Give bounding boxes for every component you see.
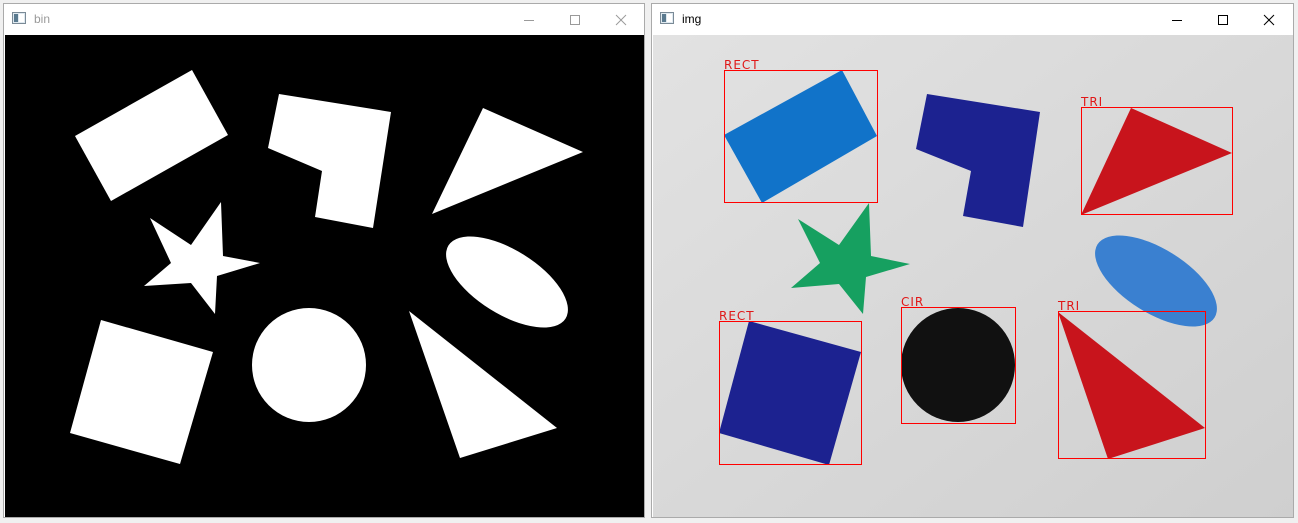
- triangle-shape: [432, 108, 583, 214]
- close-button[interactable]: [1246, 4, 1292, 35]
- square-shape: [70, 320, 213, 464]
- star-shape: [144, 202, 260, 314]
- circle-shape: [252, 308, 366, 422]
- maximize-button[interactable]: [552, 4, 598, 35]
- detection-label: RECT: [719, 309, 755, 323]
- app-icon: [12, 12, 26, 24]
- binary-shapes: [70, 70, 583, 464]
- minimize-button[interactable]: [506, 4, 552, 35]
- detection-label: TRI: [1058, 299, 1081, 313]
- black-circle: [901, 308, 1015, 422]
- app-icon: [660, 12, 674, 24]
- rectangle-shape: [75, 70, 228, 201]
- bin-window: bin: [3, 3, 645, 518]
- close-icon: [1263, 14, 1275, 25]
- detection-label: TRI: [1081, 95, 1104, 109]
- img-title-bar[interactable]: img: [652, 4, 1293, 35]
- close-button[interactable]: [598, 4, 644, 35]
- window-title: img: [682, 12, 702, 26]
- triangle-shape: [409, 311, 557, 458]
- minimize-button[interactable]: [1154, 4, 1200, 35]
- close-icon: [615, 14, 627, 25]
- minimize-icon: [1172, 19, 1182, 21]
- detection-label: RECT: [724, 58, 760, 72]
- maximize-icon: [570, 14, 580, 25]
- color-image: RECT TRI CIR RECT TRI: [653, 35, 1293, 517]
- window-title: bin: [34, 12, 51, 26]
- minimize-icon: [524, 19, 534, 21]
- maximize-button[interactable]: [1200, 4, 1246, 35]
- color-shapes: [653, 35, 1293, 517]
- binary-image: [5, 35, 644, 517]
- l-shape: [268, 94, 391, 228]
- ellipse-shape: [446, 236, 568, 328]
- bin-title-bar[interactable]: bin: [4, 4, 644, 35]
- maximize-icon: [1218, 14, 1228, 25]
- detection-label: CIR: [901, 295, 925, 309]
- img-window: img RECT TRI CIR RECT TRI: [651, 3, 1294, 518]
